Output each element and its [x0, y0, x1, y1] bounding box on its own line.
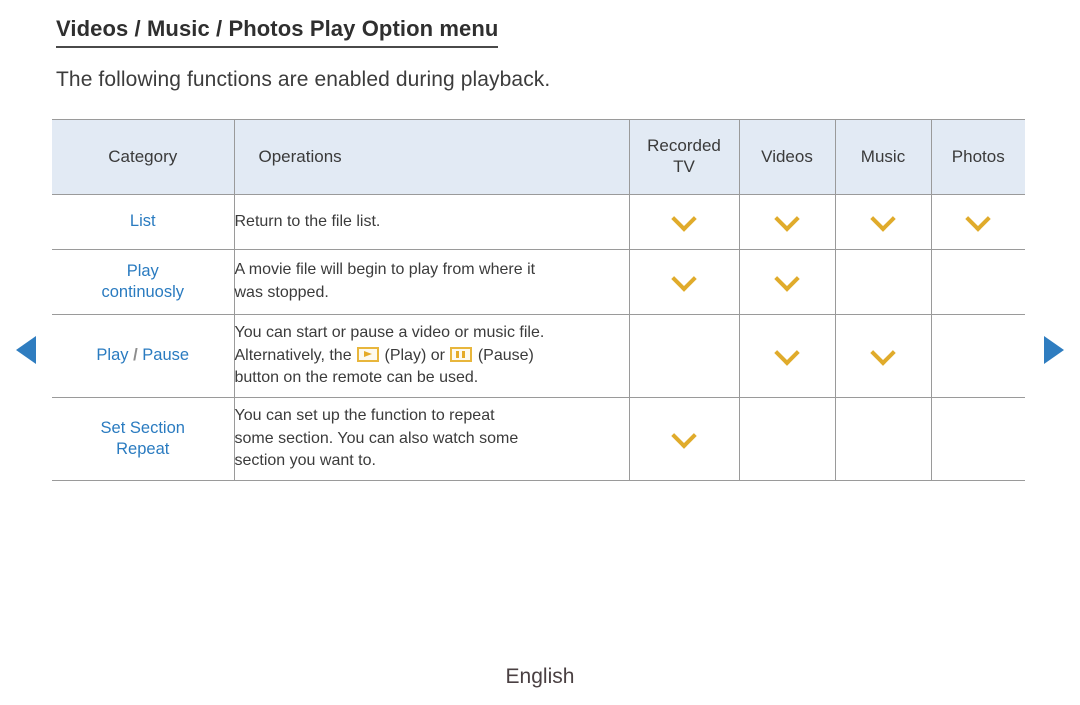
column-header-videos: Videos [739, 119, 836, 195]
cell-videos [739, 194, 836, 250]
pause-key-icon [450, 346, 473, 362]
table-row: List Return to the file list. [52, 194, 1025, 250]
cell-recorded-tv [629, 249, 740, 315]
playback-options-table: Category Operations Recorded TV Videos M… [52, 119, 1025, 481]
column-header-category: Category [52, 119, 235, 195]
cell-recorded-tv [629, 194, 740, 250]
cell-photos [931, 194, 1025, 250]
cell-recorded-tv [629, 314, 740, 398]
row-category-set-section-repeat: Set Section Repeat [52, 397, 235, 481]
cell-music [835, 194, 932, 250]
operation-line-2-prefix: Alternatively, the [234, 346, 357, 364]
column-header-music: Music [835, 119, 932, 195]
operation-line: some section. You can also watch some [234, 429, 519, 447]
check-mark-icon [671, 424, 697, 450]
row-category-play-continuosly: Play continuosly [52, 249, 235, 315]
row-category-list: List [52, 194, 235, 250]
cell-videos [739, 314, 836, 398]
check-mark-icon [774, 207, 800, 233]
column-header-photos: Photos [931, 119, 1025, 195]
row-category-play-pause: Play / Pause [52, 314, 235, 398]
table-header: Category Operations Recorded TV Videos M… [52, 119, 1025, 195]
column-header-recorded-tv: Recorded TV [629, 119, 740, 195]
table-header-row: Category Operations Recorded TV Videos M… [52, 119, 1025, 195]
page-subtitle: The following functions are enabled duri… [56, 68, 551, 91]
check-mark-icon [774, 341, 800, 367]
check-mark-icon [774, 267, 800, 293]
check-mark-icon [671, 207, 697, 233]
play-key-icon [357, 346, 380, 362]
column-header-operations: Operations [234, 119, 630, 195]
operation-line-2-mid: (Play) or [380, 346, 450, 364]
operation-line: was stopped. [234, 284, 329, 301]
category-label-line2: continuosly [101, 283, 185, 301]
triangle-right-icon[interactable] [1044, 336, 1064, 364]
column-header-recorded-tv-line2: TV [673, 157, 695, 176]
cell-videos [739, 249, 836, 315]
check-mark-icon [671, 267, 697, 293]
table-body: List Return to the file list. Play conti… [52, 194, 1025, 481]
cell-music [835, 249, 932, 315]
category-label-line1: Set Section [100, 418, 185, 437]
cell-videos [739, 397, 836, 481]
operation-line: button on the remote can be used. [234, 369, 479, 387]
cell-photos [931, 314, 1025, 398]
operation-line-2-suffix: (Pause) [473, 346, 534, 364]
check-mark-icon [870, 207, 896, 233]
cell-music [835, 314, 932, 398]
cell-photos [931, 397, 1025, 481]
table-row: Play continuosly A movie file will begin… [52, 249, 1025, 315]
triangle-left-icon[interactable] [16, 336, 36, 364]
cell-music [835, 397, 932, 481]
column-header-recorded-tv-line1: Recorded [647, 136, 721, 156]
manual-page: Videos / Music / Photos Play Option menu… [0, 0, 1080, 705]
operation-line: You can set up the function to repeat [234, 406, 495, 424]
check-mark-icon [965, 207, 991, 233]
playback-options-table-wrap: Category Operations Recorded TV Videos M… [52, 119, 1025, 481]
page-title: Videos / Music / Photos Play Option menu [56, 16, 499, 48]
operation-line: A movie file will begin to play from whe… [234, 261, 536, 279]
table-row: Play / Pause You can start or pause a vi… [52, 314, 1025, 398]
row-operations-play-continuosly: A movie file will begin to play from whe… [234, 249, 630, 315]
category-label: List [129, 212, 156, 231]
cell-recorded-tv [629, 397, 740, 481]
check-mark-icon [870, 341, 896, 367]
operation-line: You can start or pause a video or music … [234, 323, 545, 341]
row-operations-play-pause: You can start or pause a video or music … [234, 314, 630, 398]
category-label-play: Play [96, 346, 129, 365]
table-row: Set Section Repeat You can set up the fu… [52, 397, 1025, 481]
operation-line: Return to the file list. [234, 212, 381, 230]
category-label-pause: Pause [142, 346, 190, 365]
row-operations-list: Return to the file list. [234, 194, 630, 250]
category-label-line1: Play [126, 261, 159, 280]
category-label-line2: Repeat [116, 440, 170, 458]
cell-photos [931, 249, 1025, 315]
operation-line: section you want to. [234, 452, 376, 470]
row-operations-set-section-repeat: You can set up the function to repeat so… [234, 397, 630, 481]
category-separator: / [133, 346, 138, 365]
footer-language: English [505, 665, 575, 688]
